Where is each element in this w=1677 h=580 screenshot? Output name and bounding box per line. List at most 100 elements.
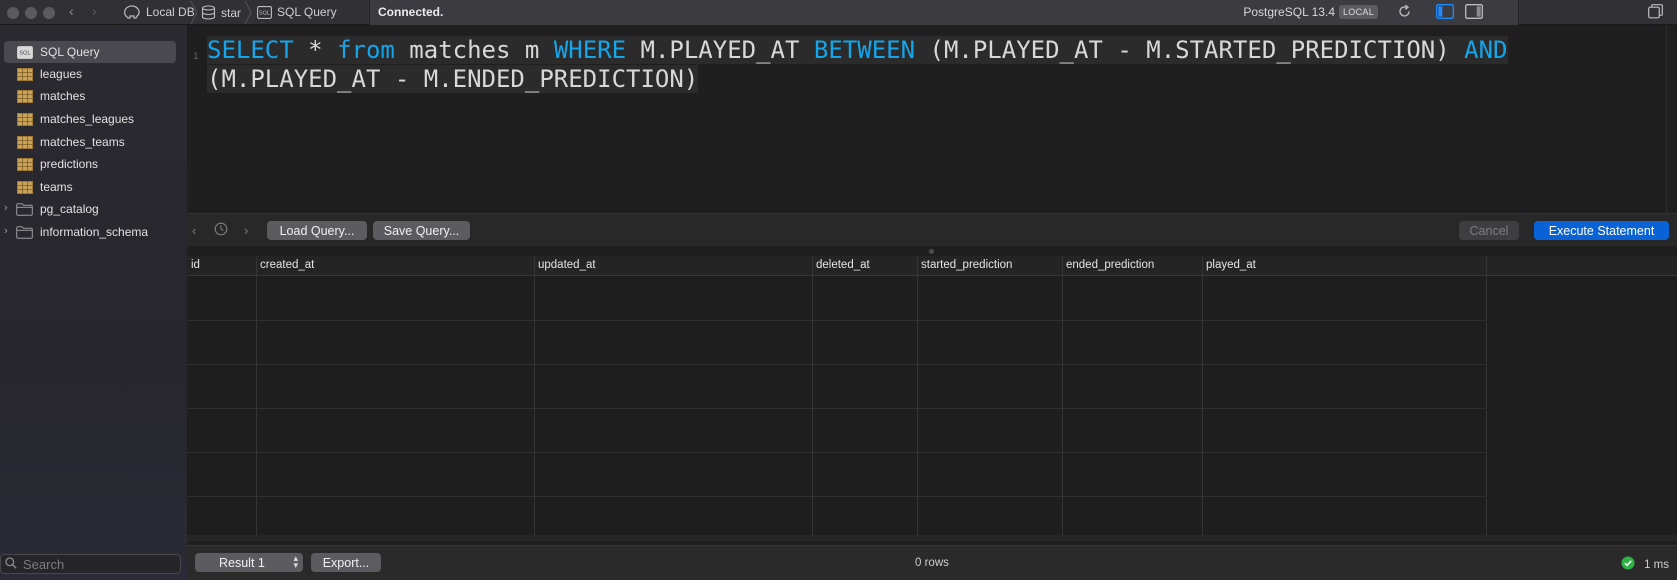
row-count: 0 rows <box>915 557 949 569</box>
sidebar-item-matches[interactable]: matches <box>4 85 176 107</box>
forward-arrow-icon[interactable]: › <box>92 3 97 19</box>
sidebar-item-label: matches_leagues <box>40 112 135 126</box>
column-divider[interactable] <box>1202 256 1203 541</box>
column-header-id[interactable]: id <box>191 259 200 271</box>
table-icon <box>16 112 33 126</box>
sidebar-item-matches-leagues[interactable]: matches_leagues <box>4 108 176 130</box>
minimize-window-button[interactable] <box>25 7 37 19</box>
sidebar-item-label: pg_catalog <box>40 202 99 216</box>
sidebar-item-information-schema[interactable]: › information_schema <box>4 221 176 243</box>
sql-code[interactable]: SELECT * from matches m WHERE M.PLAYED_A… <box>207 36 1657 94</box>
column-header-deleted-at[interactable]: deleted_at <box>816 259 870 271</box>
results-status-bar: Result 1 ▴ ▾ Export... 0 rows 1 ms <box>187 545 1677 580</box>
line-number: 1 <box>193 52 199 62</box>
search-placeholder: Search <box>23 556 65 572</box>
sidebar-item-label: information_schema <box>40 225 149 239</box>
table-icon <box>16 180 33 194</box>
disclosure-chevron-icon[interactable]: › <box>4 225 8 237</box>
column-divider[interactable] <box>534 256 535 541</box>
execute-statement-button[interactable]: Execute Statement <box>1534 221 1669 240</box>
table-icon <box>16 67 33 81</box>
breadcrumb-connection[interactable]: Local DB <box>123 5 195 19</box>
editor-scrollbar[interactable] <box>1666 25 1667 213</box>
query-timing: 1 ms <box>1621 556 1669 573</box>
svg-text:SQL: SQL <box>259 10 271 16</box>
query-history-icon[interactable] <box>214 222 228 239</box>
empty-row-line <box>187 452 1487 453</box>
column-header-ended-prediction[interactable]: ended_prediction <box>1066 259 1154 271</box>
elephant-icon <box>123 5 141 19</box>
server-version: PostgreSQL 13.4 <box>1243 5 1335 19</box>
toggle-inspector-icon[interactable] <box>1465 4 1483 22</box>
database-icon <box>201 5 216 20</box>
sidebar-item-label: predictions <box>40 157 99 171</box>
breadcrumb-sql-query[interactable]: SQL SQL Query <box>257 5 337 19</box>
sql-text: * <box>293 36 338 64</box>
column-header-updated-at[interactable]: updated_at <box>538 259 596 271</box>
empty-row-line <box>187 320 1487 321</box>
sidebar-item-leagues[interactable]: leagues <box>4 63 176 85</box>
sidebar-item-pg-catalog[interactable]: › pg_catalog <box>4 198 176 220</box>
connection-status-bar: Connected. PostgreSQL 13.4 LOCAL <box>369 0 1519 25</box>
sql-text: (M.PLAYED_AT - M.STARTED_PREDICTION) <box>915 36 1465 64</box>
sql-keyword: BETWEEN <box>813 36 916 64</box>
close-window-button[interactable] <box>7 7 19 19</box>
column-header-created-at[interactable]: created_at <box>260 259 314 271</box>
column-header-played-at[interactable]: played_at <box>1206 259 1256 271</box>
connection-status: Connected. <box>378 5 444 19</box>
sidebar-search-field[interactable]: Search <box>0 554 181 574</box>
sidebar-item-matches-teams[interactable]: matches_teams <box>4 131 176 153</box>
results-grid[interactable]: id created_at updated_at deleted_at star… <box>187 256 1677 541</box>
save-query-button[interactable]: Save Query... <box>373 221 470 240</box>
split-view-handle[interactable] <box>929 249 934 254</box>
disclosure-chevron-icon[interactable]: › <box>4 202 8 214</box>
column-divider[interactable] <box>917 256 918 541</box>
previous-query-icon[interactable]: ‹ <box>192 223 196 238</box>
current-line-highlight: SELECT * from matches m WHERE M.PLAYED_A… <box>207 36 1508 93</box>
breadcrumb-separator <box>190 1 198 24</box>
result-set-select[interactable]: Result 1 ▴ ▾ <box>195 553 303 572</box>
search-icon <box>5 556 17 572</box>
line-number-gutter: 1 <box>187 25 203 213</box>
empty-row-line <box>187 364 1487 365</box>
sql-keyword: from <box>337 36 395 64</box>
back-arrow-icon[interactable]: ‹ <box>69 3 74 19</box>
column-divider[interactable] <box>812 256 813 541</box>
column-divider[interactable] <box>1062 256 1063 541</box>
sidebar-item-sql-query[interactable]: SQL SQL Query <box>4 41 176 63</box>
sidebar: SQL SQL Query leagues matches matches_le… <box>0 25 187 580</box>
sidebar-item-label: leagues <box>40 67 83 81</box>
sql-text: matches m <box>394 36 554 64</box>
table-icon <box>16 135 33 149</box>
table-icon <box>16 157 33 171</box>
sql-text: (M.PLAYED_AT - M.ENDED_PREDICTION) <box>207 65 699 93</box>
cancel-button[interactable]: Cancel <box>1459 221 1519 240</box>
sidebar-item-predictions[interactable]: predictions <box>4 153 176 175</box>
folder-icon <box>16 225 33 239</box>
sidebar-item-teams[interactable]: teams <box>4 176 176 198</box>
column-divider[interactable] <box>256 256 257 541</box>
breadcrumb-database[interactable]: star <box>201 5 241 20</box>
column-divider[interactable] <box>1486 256 1487 541</box>
toggle-sidebar-icon[interactable] <box>1436 4 1454 22</box>
new-window-icon[interactable] <box>1648 4 1663 22</box>
sidebar-item-label: SQL Query <box>40 45 100 59</box>
window-toolbar: ‹ › Local DB star SQL SQL Query Connecte… <box>0 0 1677 25</box>
zoom-window-button[interactable] <box>43 7 55 19</box>
sql-text: M.PLAYED_AT <box>626 36 814 64</box>
column-header-started-prediction[interactable]: started_prediction <box>921 259 1012 271</box>
sidebar-item-label: matches_teams <box>40 135 125 149</box>
sql-keyword: SELECT <box>207 36 294 64</box>
breadcrumb-label: star <box>221 5 242 20</box>
query-action-bar: ‹ › Load Query... Save Query... Cancel E… <box>187 213 1677 246</box>
sql-editor[interactable]: 1 SELECT * from matches m WHERE M.PLAYED… <box>187 25 1677 213</box>
load-query-button[interactable]: Load Query... <box>267 221 367 240</box>
breadcrumb-separator <box>244 1 252 24</box>
export-button[interactable]: Export... <box>311 553 381 572</box>
grid-horizontal-scrollbar[interactable] <box>187 535 1677 541</box>
next-query-icon[interactable]: › <box>244 223 248 238</box>
sql-query-icon: SQL <box>257 5 272 19</box>
refresh-icon[interactable] <box>1397 4 1412 22</box>
success-check-icon <box>1621 556 1635 573</box>
sql-keyword: WHERE <box>553 36 627 64</box>
